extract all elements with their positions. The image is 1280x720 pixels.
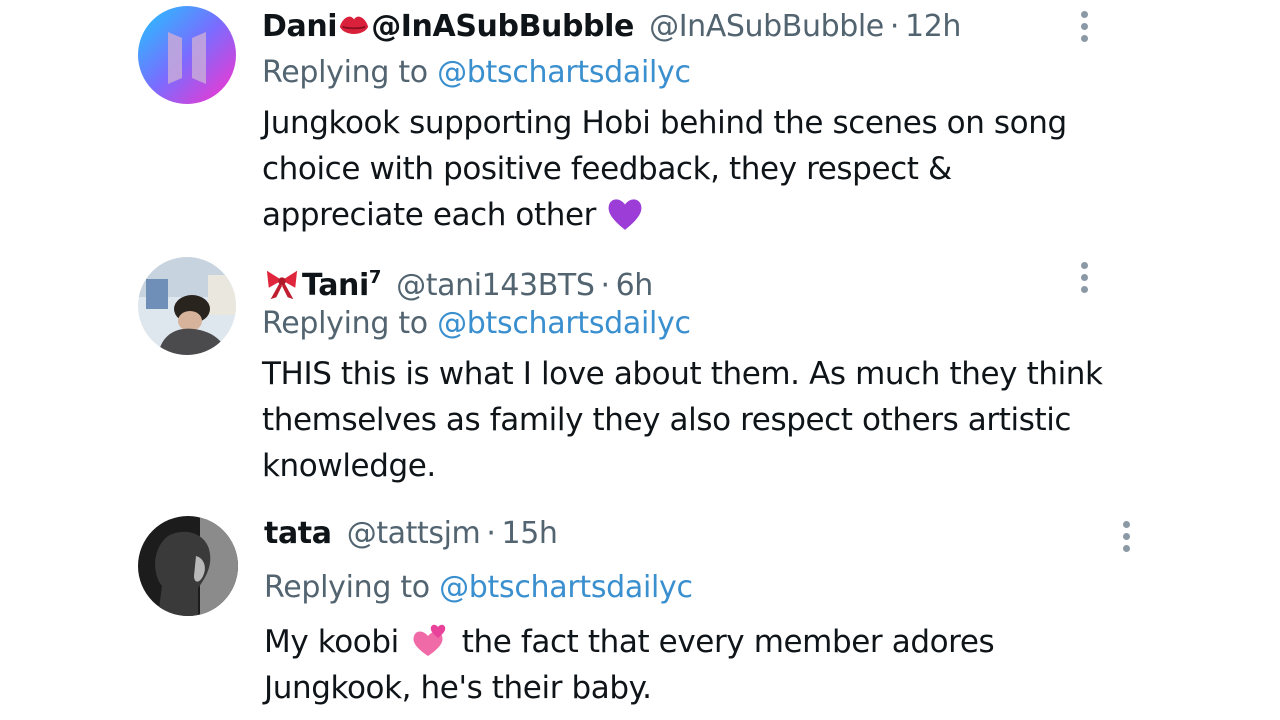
purple-heart-icon [606,195,644,233]
display-name[interactable]: Dani [262,9,338,44]
replying-label: Replying to [262,55,428,90]
reply-content: Tani7 @tani143BTS · 6h Replying to @btscha… [262,255,1122,489]
reply-item[interactable]: tata @tattsjm · 15h Replying to @btscharts… [0,510,1280,720]
replying-label: Replying to [264,570,430,605]
reply-text: Jungkook supporting Hobi behind the scen… [262,100,1122,238]
replying-to-line: Replying to @btschartsdailyc [264,565,1124,611]
avatar[interactable] [138,257,236,355]
avatar[interactable] [138,516,238,616]
timestamp[interactable]: 15h [502,516,558,551]
user-handle[interactable]: @InASubBubble [649,9,884,44]
reply-header: Tani7 @tani143BTS · 6h [262,255,1122,303]
reply-header: Dani @InASubBubble @InASubBubble · 12h [262,4,1122,50]
reply-item[interactable]: Dani @InASubBubble @InASubBubble · 12h Repl… [0,0,1280,250]
more-options-icon[interactable] [1120,521,1132,557]
timestamp[interactable]: 12h [905,9,961,44]
reply-header: tata @tattsjm · 15h [264,511,1124,557]
avatar[interactable] [138,6,236,104]
reply-text-content: Jungkook supporting Hobi behind the scen… [262,105,1067,233]
replying-label: Replying to [262,306,428,341]
reply-item[interactable]: Tani7 @tani143BTS · 6h Replying to @btscha… [0,250,1280,510]
mention-link[interactable]: @btschartsdailyc [437,55,691,90]
reply-text-before: My koobi [264,624,399,660]
dot-separator: · [600,268,610,303]
timestamp[interactable]: 6h [616,268,654,303]
user-handle[interactable]: @tani143BTS [396,268,595,303]
dot-separator: · [486,516,496,551]
reply-text-content: THIS this is what I love about them. As … [262,356,1103,484]
display-name-suffix[interactable]: @InASubBubble [371,9,634,44]
ribbon-icon [262,267,302,301]
replying-to-line: Replying to @btschartsdailyc [262,50,1122,96]
reply-content: Dani @InASubBubble @InASubBubble · 12h Repl… [262,4,1122,238]
avatar-image [138,516,238,616]
avatar-image [138,257,236,355]
dot-separator: · [889,9,900,44]
mention-link[interactable]: @btschartsdailyc [437,306,691,341]
reply-content: tata @tattsjm · 15h Replying to @btscharts… [264,511,1124,711]
name-superscript: 7 [368,267,382,288]
reply-text: My koobi the fact that every member ador… [264,619,1124,711]
avatar-image [138,6,236,104]
two-hearts-icon [408,620,452,660]
replying-to-line: Replying to @btschartsdailyc [262,301,1122,347]
more-options-icon[interactable] [1078,262,1090,298]
display-name[interactable]: tata [264,516,332,551]
user-handle[interactable]: @tattsjm [347,516,481,551]
reply-text: THIS this is what I love about them. As … [262,351,1122,489]
more-options-icon[interactable] [1078,11,1090,47]
display-name[interactable]: Tani [302,268,369,303]
mention-link[interactable]: @btschartsdailyc [439,570,693,605]
kiss-lips-icon [337,8,371,42]
